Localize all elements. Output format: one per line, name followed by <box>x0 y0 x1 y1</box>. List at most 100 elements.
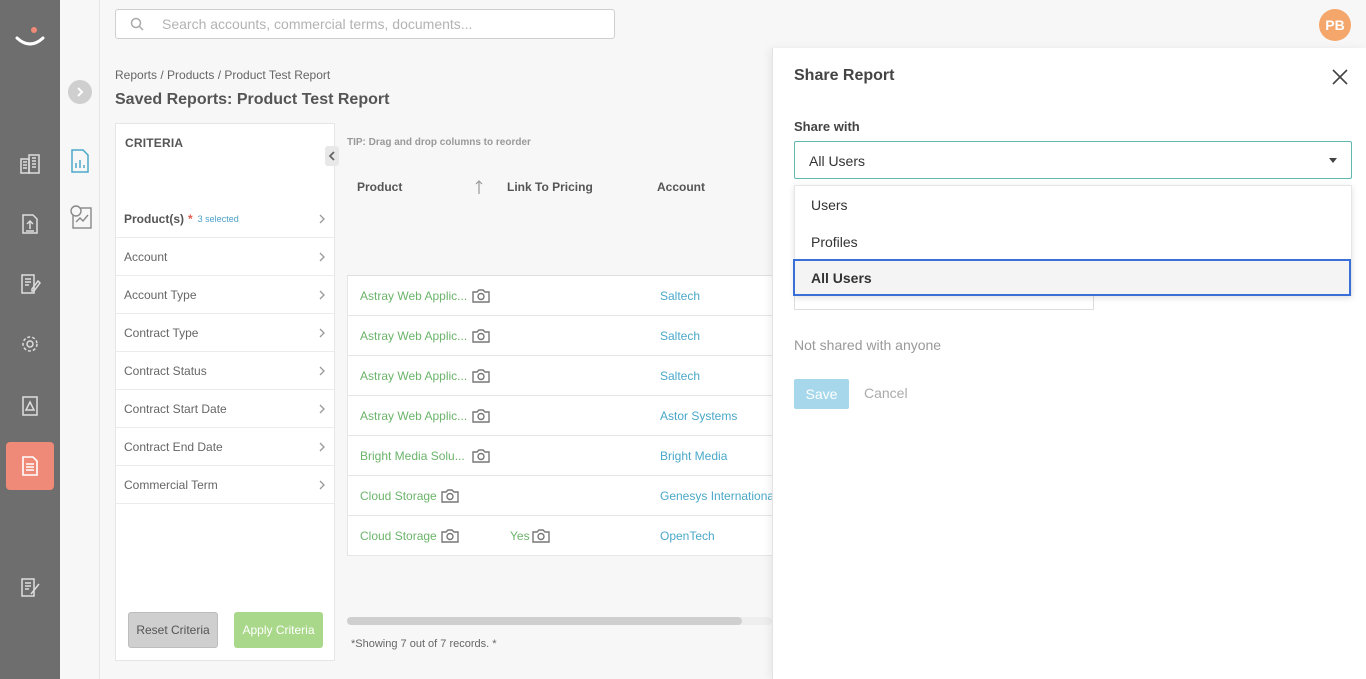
user-avatar[interactable]: PB <box>1319 9 1351 41</box>
criteria-item-label: Product(s) <box>124 211 184 226</box>
product-link[interactable]: Bright Media Solu... <box>360 449 465 463</box>
chevron-right-icon <box>319 403 325 417</box>
share-with-value: All Users <box>809 153 866 169</box>
chevron-right-icon <box>319 251 325 265</box>
record-count: *Showing 7 out of 7 records. * <box>351 638 497 650</box>
criteria-item-account-type[interactable]: Account Type <box>116 276 334 314</box>
column-header-product[interactable]: Product <box>357 180 402 194</box>
camera-icon[interactable] <box>441 528 459 548</box>
save-button[interactable]: Save <box>794 379 849 409</box>
account-link[interactable]: Astor Systems <box>660 409 773 423</box>
product-link[interactable]: Astray Web Applic... <box>360 289 467 303</box>
account-link[interactable]: OpenTech <box>660 529 773 543</box>
chevron-right-icon <box>319 213 325 227</box>
criteria-heading: CRITERIA <box>125 136 184 150</box>
global-search[interactable] <box>115 9 615 39</box>
share-with-select[interactable]: All Users <box>794 141 1352 179</box>
option-users[interactable]: Users <box>795 186 1353 223</box>
product-link[interactable]: Cloud Storage <box>360 529 437 543</box>
alerts-document-nav-icon[interactable] <box>6 382 54 430</box>
criteria-item-account[interactable]: Account <box>116 238 334 276</box>
criteria-item-products[interactable]: Product(s) * 3 selected <box>116 200 334 238</box>
cancel-button[interactable]: Cancel <box>864 385 908 401</box>
camera-icon[interactable] <box>472 288 490 308</box>
accounts-nav-icon[interactable] <box>6 140 54 188</box>
table-row: Astray Web Applic... Saltech <box>347 276 772 316</box>
chevron-right-icon <box>319 479 325 493</box>
criteria-item-contract-status[interactable]: Contract Status <box>116 352 334 390</box>
contracts-nav-icon[interactable] <box>6 260 54 308</box>
camera-icon[interactable] <box>472 408 490 428</box>
analytics-report-icon[interactable] <box>69 204 93 235</box>
camera-icon[interactable] <box>472 368 490 388</box>
option-profiles[interactable]: Profiles <box>795 223 1353 260</box>
table-row: Astray Web Applic... Saltech <box>347 316 772 356</box>
product-link[interactable]: Astray Web Applic... <box>360 409 467 423</box>
criteria-item-commercial-term[interactable]: Commercial Term <box>116 466 334 504</box>
criteria-item-label: Commercial Term <box>124 477 218 492</box>
account-link[interactable]: Bright Media <box>660 449 773 463</box>
chevron-right-icon <box>319 327 325 341</box>
horizontal-scrollbar[interactable] <box>347 617 772 625</box>
notes-nav-icon[interactable] <box>6 563 54 611</box>
product-link[interactable]: Cloud Storage <box>360 489 437 503</box>
share-status: Not shared with anyone <box>794 337 942 353</box>
criteria-item-contract-end-date[interactable]: Contract End Date <box>116 428 334 466</box>
share-with-dropdown: Users Profiles All Users <box>793 185 1353 296</box>
selected-count: 3 selected <box>197 213 239 224</box>
table-row: Astray Web Applic... Astor Systems <box>347 396 772 436</box>
app-logo[interactable] <box>14 24 46 48</box>
recipient-field[interactable] <box>794 296 1094 310</box>
reset-criteria-button[interactable]: Reset Criteria <box>128 612 218 648</box>
settings-gear-nav-icon[interactable] <box>6 320 54 368</box>
camera-icon[interactable] <box>441 488 459 508</box>
search-icon <box>130 17 144 36</box>
page-title: Saved Reports: Product Test Report <box>115 91 390 108</box>
share-with-label: Share with <box>794 119 860 134</box>
column-header-link-to-pricing[interactable]: Link To Pricing <box>507 180 593 194</box>
search-input[interactable] <box>162 14 602 34</box>
scrollbar-thumb[interactable] <box>347 617 742 625</box>
table-row: Bright Media Solu... Bright Media <box>347 436 772 476</box>
close-icon[interactable] <box>1331 68 1349 86</box>
expand-sidebar-button[interactable] <box>68 80 92 104</box>
pricing-link[interactable]: Yes <box>510 529 530 543</box>
column-header-account[interactable]: Account <box>657 180 705 194</box>
criteria-panel: CRITERIA Product(s) * 3 selected Account… <box>115 123 339 661</box>
chevron-down-icon <box>1329 158 1337 163</box>
table-row: Cloud Storage Genesys Internationa <box>347 476 773 516</box>
chevron-right-icon <box>319 289 325 303</box>
camera-icon[interactable] <box>472 328 490 348</box>
share-report-panel: Share Report Share with All Users Users … <box>772 48 1366 679</box>
upload-document-nav-icon[interactable] <box>6 200 54 248</box>
breadcrumb[interactable]: Reports / Products / Product Test Report <box>115 68 330 82</box>
table-row: Astray Web Applic... Saltech <box>347 356 772 396</box>
reports-nav-icon[interactable] <box>6 442 54 490</box>
camera-icon[interactable] <box>532 528 550 548</box>
share-panel-title: Share Report <box>794 67 895 84</box>
product-link[interactable]: Astray Web Applic... <box>360 329 467 343</box>
table-row: Cloud Storage Yes OpenTech <box>347 516 772 556</box>
main-nav-rail <box>0 0 60 679</box>
criteria-item-label: Account <box>124 249 168 264</box>
option-all-users[interactable]: All Users <box>793 259 1351 296</box>
product-link[interactable]: Astray Web Applic... <box>360 369 467 383</box>
account-link[interactable]: Saltech <box>660 329 773 343</box>
sort-arrow-up-icon[interactable] <box>474 179 484 200</box>
criteria-item-contract-type[interactable]: Contract Type <box>116 314 334 352</box>
criteria-item-label: Contract Type <box>124 325 199 340</box>
account-link[interactable]: Saltech <box>660 369 773 383</box>
criteria-item-contract-start-date[interactable]: Contract Start Date <box>116 390 334 428</box>
reports-sub-rail <box>60 0 100 679</box>
criteria-item-label: Account Type <box>124 287 197 302</box>
drag-columns-tip: TIP: Drag and drop columns to reorder <box>347 137 531 148</box>
account-link[interactable]: Saltech <box>660 289 773 303</box>
criteria-list: Product(s) * 3 selected Account Account … <box>116 200 334 504</box>
apply-criteria-button[interactable]: Apply Criteria <box>234 612 323 648</box>
criteria-item-label: Contract End Date <box>124 439 223 454</box>
camera-icon[interactable] <box>472 448 490 468</box>
collapse-criteria-button[interactable] <box>325 146 339 166</box>
saved-reports-icon[interactable] <box>69 148 91 179</box>
chevron-right-icon <box>319 441 325 455</box>
account-link[interactable]: Genesys Internationa <box>660 489 773 503</box>
